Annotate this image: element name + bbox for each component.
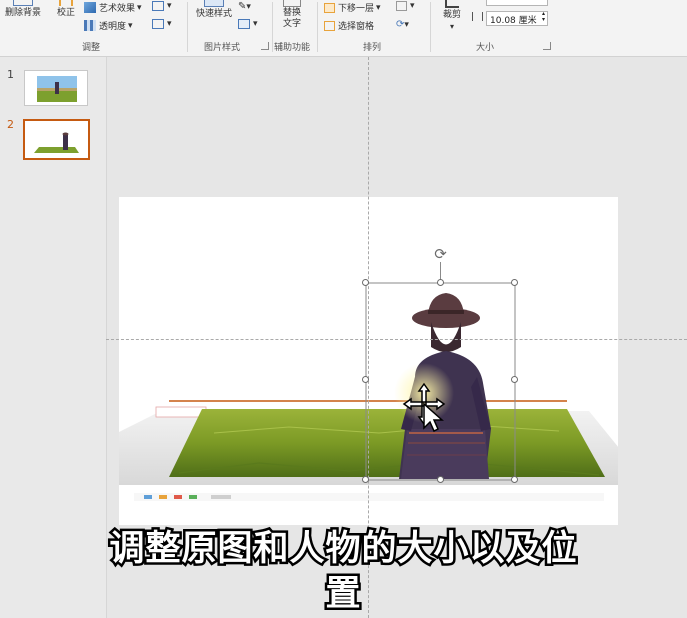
width-icon <box>472 12 483 21</box>
chevron-down-icon: ▾ <box>128 20 133 31</box>
crop-label: 裁剪 <box>442 10 461 20</box>
resize-handle-top-right[interactable] <box>511 279 518 286</box>
group-separator <box>317 2 318 52</box>
transparency-button[interactable]: 透明度 ▾ <box>84 19 133 32</box>
width-field[interactable]: 10.08 厘米 ▴ ▾ <box>486 11 548 26</box>
reset-picture-icon <box>152 19 164 29</box>
subtitle-caption-line1: 调整原图和人物的大小以及位 <box>107 527 579 572</box>
group-separator <box>272 2 273 52</box>
subtitle-caption-line2: 置 <box>323 572 363 617</box>
transparency-icon <box>84 20 96 31</box>
resize-handle-left[interactable] <box>362 376 369 383</box>
send-backward-icon <box>324 2 335 13</box>
chevron-down-icon: ▾ <box>253 19 258 29</box>
selection-pane-icon <box>324 20 335 31</box>
remove-background-label: 删除背景 <box>4 8 41 18</box>
dialog-launcher-icon[interactable] <box>543 42 551 50</box>
quick-styles-button[interactable]: 快速样式 <box>193 0 235 20</box>
accessibility-group-label: 辅助功能 <box>274 43 311 53</box>
selection-pane-label: 选择窗格 <box>338 22 375 32</box>
chevron-down-icon: ▾ <box>167 1 172 11</box>
artistic-effects-button[interactable]: 艺术效果 ▾ <box>84 1 142 14</box>
transparency-label: 透明度 <box>99 22 127 32</box>
picture-styles-group-label: 图片样式 <box>204 43 241 53</box>
chevron-down-icon: ▾ <box>376 2 381 13</box>
remove-background-icon <box>13 0 33 6</box>
change-picture-button[interactable]: ▾ <box>152 1 172 11</box>
resize-handle-bottom[interactable] <box>437 476 444 483</box>
chevron-down-icon: ▾ <box>167 19 172 29</box>
group-separator <box>187 2 188 52</box>
alt-text-icon <box>283 0 301 7</box>
thumbnail-composite-image <box>25 121 88 158</box>
artistic-effects-icon <box>84 2 96 13</box>
width-value: 10.08 厘米 <box>490 16 537 26</box>
align-button[interactable]: ▾ <box>396 1 415 11</box>
thumbnail-landscape-image <box>37 76 77 102</box>
slide-thumbnail[interactable] <box>24 70 88 106</box>
dialog-launcher-icon[interactable] <box>261 42 269 50</box>
reset-picture-button[interactable]: ▾ <box>152 19 172 29</box>
quick-styles-icon <box>204 0 224 7</box>
corrections-label: 校正 <box>56 8 75 18</box>
size-group-label: 大小 <box>476 43 495 53</box>
picture-border-button[interactable]: ✎ ▾ <box>238 1 251 12</box>
chevron-down-icon: ▾ <box>137 2 142 13</box>
selection-pane-button[interactable]: 选择窗格 <box>324 19 374 32</box>
pen-icon: ✎ <box>238 1 247 12</box>
height-field[interactable] <box>486 0 548 6</box>
resize-handle-right[interactable] <box>511 376 518 383</box>
ribbon: 删除背景 校正 艺术效果 ▾ 透明度 ▾ ▾ ▾ 调整 快速样式 ✎ ▾ ▾ 图… <box>0 0 687 57</box>
resize-handle-top-left[interactable] <box>362 279 369 286</box>
slide-number: 1 <box>7 68 14 81</box>
group-separator <box>430 2 431 52</box>
slide-number: 2 <box>7 118 14 131</box>
remove-background-button[interactable]: 删除背景 <box>2 0 44 19</box>
chevron-down-icon: ▾ <box>449 22 454 31</box>
slide-thumbnail-selected[interactable] <box>23 119 90 160</box>
align-icon <box>396 1 407 11</box>
crop-icon <box>445 0 459 8</box>
resize-handle-bottom-left[interactable] <box>362 476 369 483</box>
chevron-down-icon: ▾ <box>404 19 409 30</box>
send-backward-label: 下移一层 <box>338 4 375 14</box>
rotate-icon: ⟳ <box>396 19 405 30</box>
corrections-button[interactable]: 校正 <box>52 0 80 19</box>
send-backward-button[interactable]: 下移一层 ▾ <box>324 1 381 14</box>
adjust-group-label: 调整 <box>82 43 101 53</box>
artistic-effects-label: 艺术效果 <box>99 4 136 14</box>
picture-effects-button[interactable]: ▾ <box>238 19 258 29</box>
quick-styles-label: 快速样式 <box>195 9 232 19</box>
picture-effects-icon <box>238 19 250 29</box>
rotate-button[interactable]: ⟳ ▾ <box>396 19 409 30</box>
arrange-group-label: 排列 <box>363 43 382 53</box>
alt-text-button[interactable]: 替换文字 <box>280 0 304 30</box>
alt-text-label: 替换文字 <box>282 8 301 29</box>
chevron-down-icon: ▾ <box>410 1 415 11</box>
crop-button[interactable]: 裁剪 ▾ <box>438 0 466 32</box>
move-cursor-icon <box>402 382 446 432</box>
rotate-handle-icon[interactable]: ⟳ <box>432 246 449 263</box>
horizontal-guide[interactable] <box>106 339 687 340</box>
change-picture-icon <box>152 1 164 11</box>
corrections-icon <box>59 0 73 6</box>
chevron-down-icon: ▾ <box>246 1 251 12</box>
resize-handle-top[interactable] <box>437 279 444 286</box>
resize-handle-bottom-right[interactable] <box>511 476 518 483</box>
spin-arrows-icon[interactable]: ▴ ▾ <box>542 11 545 23</box>
